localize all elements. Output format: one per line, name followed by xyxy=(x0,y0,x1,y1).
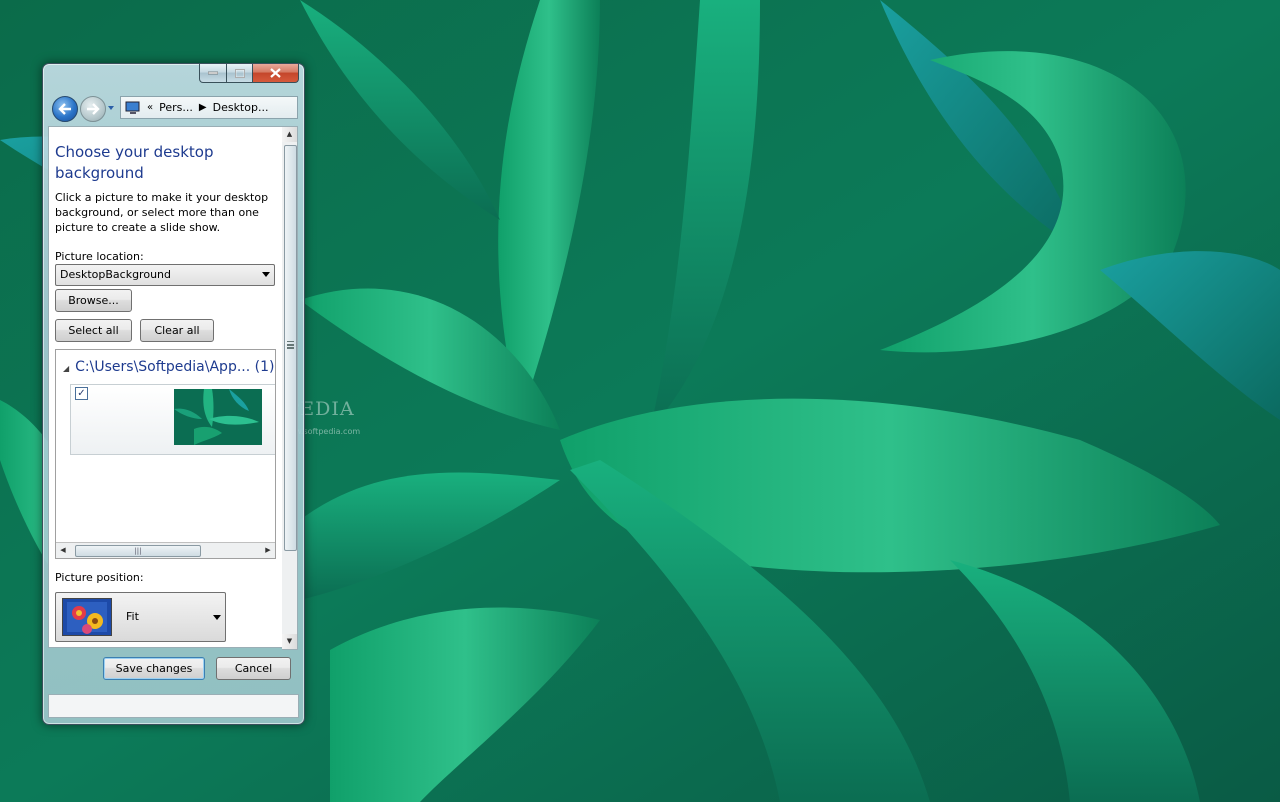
breadcrumb-overflow[interactable]: « xyxy=(147,102,153,113)
picture-list: ◢ C:\Users\Softpedia\App... (1) ✓ ◀ ||| … xyxy=(55,349,276,559)
checkmark-icon: ✓ xyxy=(77,388,86,399)
vertical-scrollbar[interactable]: ▲ ▼ xyxy=(282,126,298,650)
content-pane: Choose your desktop background Click a p… xyxy=(48,126,284,648)
browse-button[interactable]: Browse... xyxy=(55,289,132,312)
save-changes-button[interactable]: Save changes xyxy=(103,657,205,680)
horizontal-scrollbar[interactable]: ◀ ||| ▶ xyxy=(56,542,275,558)
personalization-window: « Pers... ▶ Desktop... Choose your deskt… xyxy=(42,63,305,725)
scroll-up-arrow-icon[interactable]: ▲ xyxy=(282,127,297,142)
picture-item[interactable]: ✓ xyxy=(70,384,275,455)
dropdown-arrow-icon xyxy=(262,272,270,277)
picture-location-value: DesktopBackground xyxy=(60,268,171,281)
collapse-triangle-icon[interactable]: ◢ xyxy=(63,364,69,373)
page-description: Click a picture to make it your desktop … xyxy=(55,191,269,234)
close-icon xyxy=(270,68,281,78)
minimize-button[interactable] xyxy=(199,64,227,83)
picture-checkbox[interactable]: ✓ xyxy=(75,387,88,400)
picture-group-header[interactable]: ◢ C:\Users\Softpedia\App... (1) xyxy=(63,359,274,375)
picture-thumbnail[interactable] xyxy=(174,389,262,445)
monitor-icon xyxy=(125,101,140,114)
leaves-thumbnail-image xyxy=(174,389,262,445)
minimize-icon xyxy=(208,71,218,75)
forward-arrow-icon xyxy=(87,103,100,115)
caption-buttons xyxy=(199,64,299,83)
picture-position-select[interactable]: Fit xyxy=(55,592,226,642)
back-arrow-icon xyxy=(58,103,71,115)
chevron-right-icon[interactable]: ▶ xyxy=(199,102,207,113)
select-all-button[interactable]: Select all xyxy=(55,319,132,342)
scroll-left-arrow-icon[interactable]: ◀ xyxy=(56,543,70,558)
maximize-button[interactable] xyxy=(227,64,253,83)
status-bar xyxy=(48,694,299,718)
breadcrumb-desktop-background[interactable]: Desktop... xyxy=(213,101,269,114)
scroll-right-arrow-icon[interactable]: ▶ xyxy=(261,543,275,558)
picture-location-select[interactable]: DesktopBackground xyxy=(55,264,275,286)
maximize-icon xyxy=(234,68,245,78)
horizontal-scroll-thumb[interactable]: ||| xyxy=(75,545,201,557)
address-bar[interactable]: « Pers... ▶ Desktop... xyxy=(120,96,298,119)
vertical-scroll-thumb[interactable] xyxy=(284,145,297,551)
forward-button[interactable] xyxy=(80,96,106,122)
recent-pages-dropdown-icon[interactable] xyxy=(107,104,115,112)
picture-position-icon xyxy=(62,598,112,636)
picture-position-value: Fit xyxy=(126,610,139,623)
back-button[interactable] xyxy=(52,96,78,122)
navigation-bar: « Pers... ▶ Desktop... xyxy=(50,92,298,122)
scroll-grip-icon xyxy=(287,341,294,343)
cancel-button[interactable]: Cancel xyxy=(216,657,291,680)
close-button[interactable] xyxy=(253,64,299,83)
breadcrumb-personalization[interactable]: Pers... xyxy=(159,101,193,114)
scroll-down-arrow-icon[interactable]: ▼ xyxy=(282,634,297,649)
picture-location-label: Picture location: xyxy=(55,250,144,263)
picture-group-path: C:\Users\Softpedia\App... (1) xyxy=(75,359,275,375)
dropdown-arrow-icon xyxy=(213,615,221,620)
clear-all-button[interactable]: Clear all xyxy=(140,319,214,342)
page-title: Choose your desktop background xyxy=(55,143,214,182)
picture-position-label: Picture position: xyxy=(55,571,144,584)
